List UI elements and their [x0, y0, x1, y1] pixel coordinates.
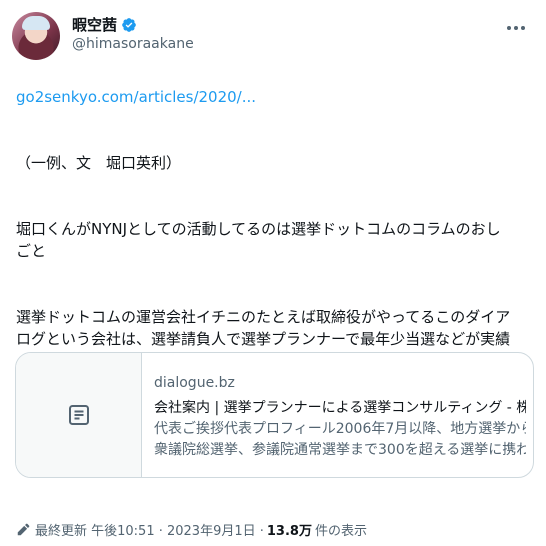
tweet-meta: 最終更新 午後10:51 · 2023年9月1日 · 13.8万 件の表示 [16, 520, 367, 539]
card-title: 会社案内 | 選挙プランナーによる選挙コンサルティング - 株式 [154, 400, 526, 416]
verified-badge-icon [122, 17, 136, 32]
edited-timestamp[interactable]: 最終更新 午後10:51 · 2023年9月1日 · [35, 520, 264, 539]
article-icon [68, 405, 89, 425]
author-handle[interactable]: @himasoraakane [72, 36, 194, 52]
tweet-line: ごと [16, 242, 47, 260]
author-display-name[interactable]: 暇空茜 [72, 14, 117, 35]
tweet-header: 暇空茜 @himasoraakane [12, 12, 534, 64]
tweet-link[interactable]: go2senkyo.com/articles/2020/... [16, 86, 532, 108]
view-count-suffix: 件の表示 [314, 524, 367, 539]
tweet-line: 選挙ドットコムの運営会社イチニのたとえば取締役がやってるこのダイア [16, 308, 511, 326]
edit-pencil-icon [17, 523, 30, 535]
card-description-line: 衆議院総選挙、参議院通常選挙まで300を超える選挙に携わ... [154, 442, 526, 458]
card-description-line: 代表ご挨拶代表プロフィール2006年7月以降、地方選挙から [154, 421, 526, 437]
tweet-body: go2senkyo.com/articles/2020/... （一例、文 堀口… [16, 86, 532, 350]
tweet-line: ログという会社は、選挙請負人で選挙プランナーで最年少当選などが実績 [16, 330, 511, 348]
view-count: 13.8万 [266, 524, 312, 539]
avatar[interactable] [12, 12, 60, 60]
tweet-line: 堀口くんがNYNJとしての活動してるのは選挙ドットコムのコラムのおし [16, 220, 501, 238]
card-domain: dialogue.bz [154, 375, 235, 391]
more-options-icon[interactable] [504, 18, 528, 38]
card-thumbnail [16, 353, 142, 477]
link-preview-card[interactable]: dialogue.bz 会社案内 | 選挙プランナーによる選挙コンサルティング … [15, 352, 534, 478]
card-text: dialogue.bz 会社案内 | 選挙プランナーによる選挙コンサルティング … [154, 373, 526, 461]
tweet-line: （一例、文 堀口英利） [16, 154, 182, 172]
author-name-row: 暇空茜 [72, 14, 137, 35]
